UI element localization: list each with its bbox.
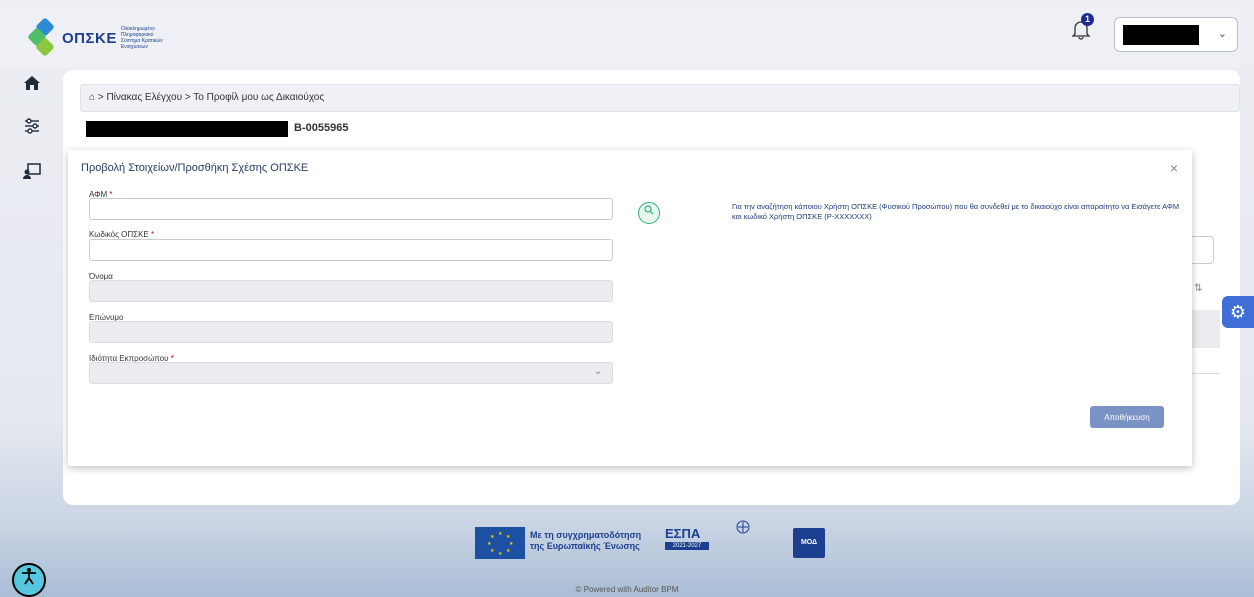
redacted-user-name	[1123, 25, 1199, 45]
gear-icon[interactable]: ⚙	[1222, 296, 1254, 328]
eu-funding-text: Με τη συγχρηματοδότηση της Ευρωπαϊκής Έν…	[530, 530, 641, 552]
relation-modal: Προβολή Στοιχείων/Προσθήκη Σχέσης ΟΠΣΚΕ …	[68, 150, 1192, 466]
close-icon[interactable]: ×	[1170, 160, 1178, 176]
redacted-beneficiary-name	[86, 121, 288, 137]
search-user-button[interactable]	[638, 202, 660, 224]
logo-subtext: Ολοκληρωμένο Πληροφοριακό Σύστημα Κρατικ…	[120, 26, 163, 50]
espa-logo: ΕΣΠΑ 2021-2027	[657, 526, 711, 560]
save-button[interactable]: Αποθήκευση	[1090, 406, 1164, 428]
moa-logo: ΜΟΔ	[793, 528, 825, 558]
afm-field[interactable]	[89, 198, 613, 220]
eu-text-line1: Με τη συγχρηματοδότηση	[530, 530, 642, 540]
top-bar: ΟΠΣΚΕ Ολοκληρωμένο Πληροφοριακό Σύστημα …	[0, 8, 1240, 68]
opske-code-field[interactable]	[89, 239, 613, 261]
search-help-text: Για την αναζήτηση κάποιου Χρήστη ΟΠΣΚΕ (…	[732, 202, 1180, 221]
beneficiary-code: Β-0055965	[294, 122, 349, 134]
background-table-row	[1190, 310, 1220, 348]
modal-title: Προβολή Στοιχείων/Προσθήκη Σχέσης ΟΠΣΚΕ	[81, 162, 309, 174]
first-name-field	[89, 280, 613, 302]
divider	[1190, 373, 1220, 374]
logo-mark-icon	[27, 17, 60, 57]
breadcrumb: ⌂ > Πίνακας Ελέγχου > Το Προφίλ μου ως Δ…	[80, 84, 1240, 112]
chevron-down-icon: ⌄	[1217, 28, 1227, 40]
opske-code-label: Κωδικός ΟΠΣΚΕ *	[89, 230, 154, 239]
user-presentation-icon[interactable]	[21, 161, 43, 183]
search-icon	[644, 205, 654, 215]
page-title: Β-0055965	[80, 116, 1240, 142]
chevron-down-icon: ⌄	[594, 366, 603, 377]
breadcrumb-text: > Πίνακας Ελέγχου > Το Προφίλ μου ως Δικ…	[97, 92, 325, 103]
representative-role-select[interactable]	[89, 362, 613, 384]
home-icon[interactable]	[21, 73, 43, 95]
espa-title: ΕΣΠΑ	[665, 526, 701, 541]
eu-flag-logo: ★ ★ ★ ★ ★ ★ ★ ★	[475, 527, 525, 559]
powered-by-text: © Powered with Auditor BPM	[575, 585, 679, 594]
espa-period: 2021-2027	[665, 542, 709, 550]
opske-logo[interactable]: ΟΠΣΚΕ Ολοκληρωμένο Πληροφοριακό Σύστημα …	[27, 17, 171, 57]
accessibility-icon[interactable]	[12, 563, 46, 597]
last-name-field	[89, 321, 613, 343]
notification-count-badge: 1	[1081, 13, 1094, 26]
funding-logos: ★ ★ ★ ★ ★ ★ ★ ★ Με τη συγχρηματοδότηση τ…	[475, 518, 835, 562]
required-marker: *	[151, 230, 155, 239]
user-menu-dropdown[interactable]: ⌄	[1114, 17, 1238, 52]
sort-icon[interactable]: ⇅	[1194, 283, 1202, 294]
home-icon[interactable]: ⌂	[89, 92, 95, 103]
eu-text-line2: της Ευρωπαϊκής Ένωσης	[530, 541, 640, 551]
sliders-settings-icon[interactable]	[21, 116, 43, 138]
greek-republic-emblem	[715, 520, 771, 560]
opske-code-label-text: Κωδικός ΟΠΣΚΕ	[89, 230, 149, 239]
logo-text: ΟΠΣΚΕ	[62, 29, 117, 47]
